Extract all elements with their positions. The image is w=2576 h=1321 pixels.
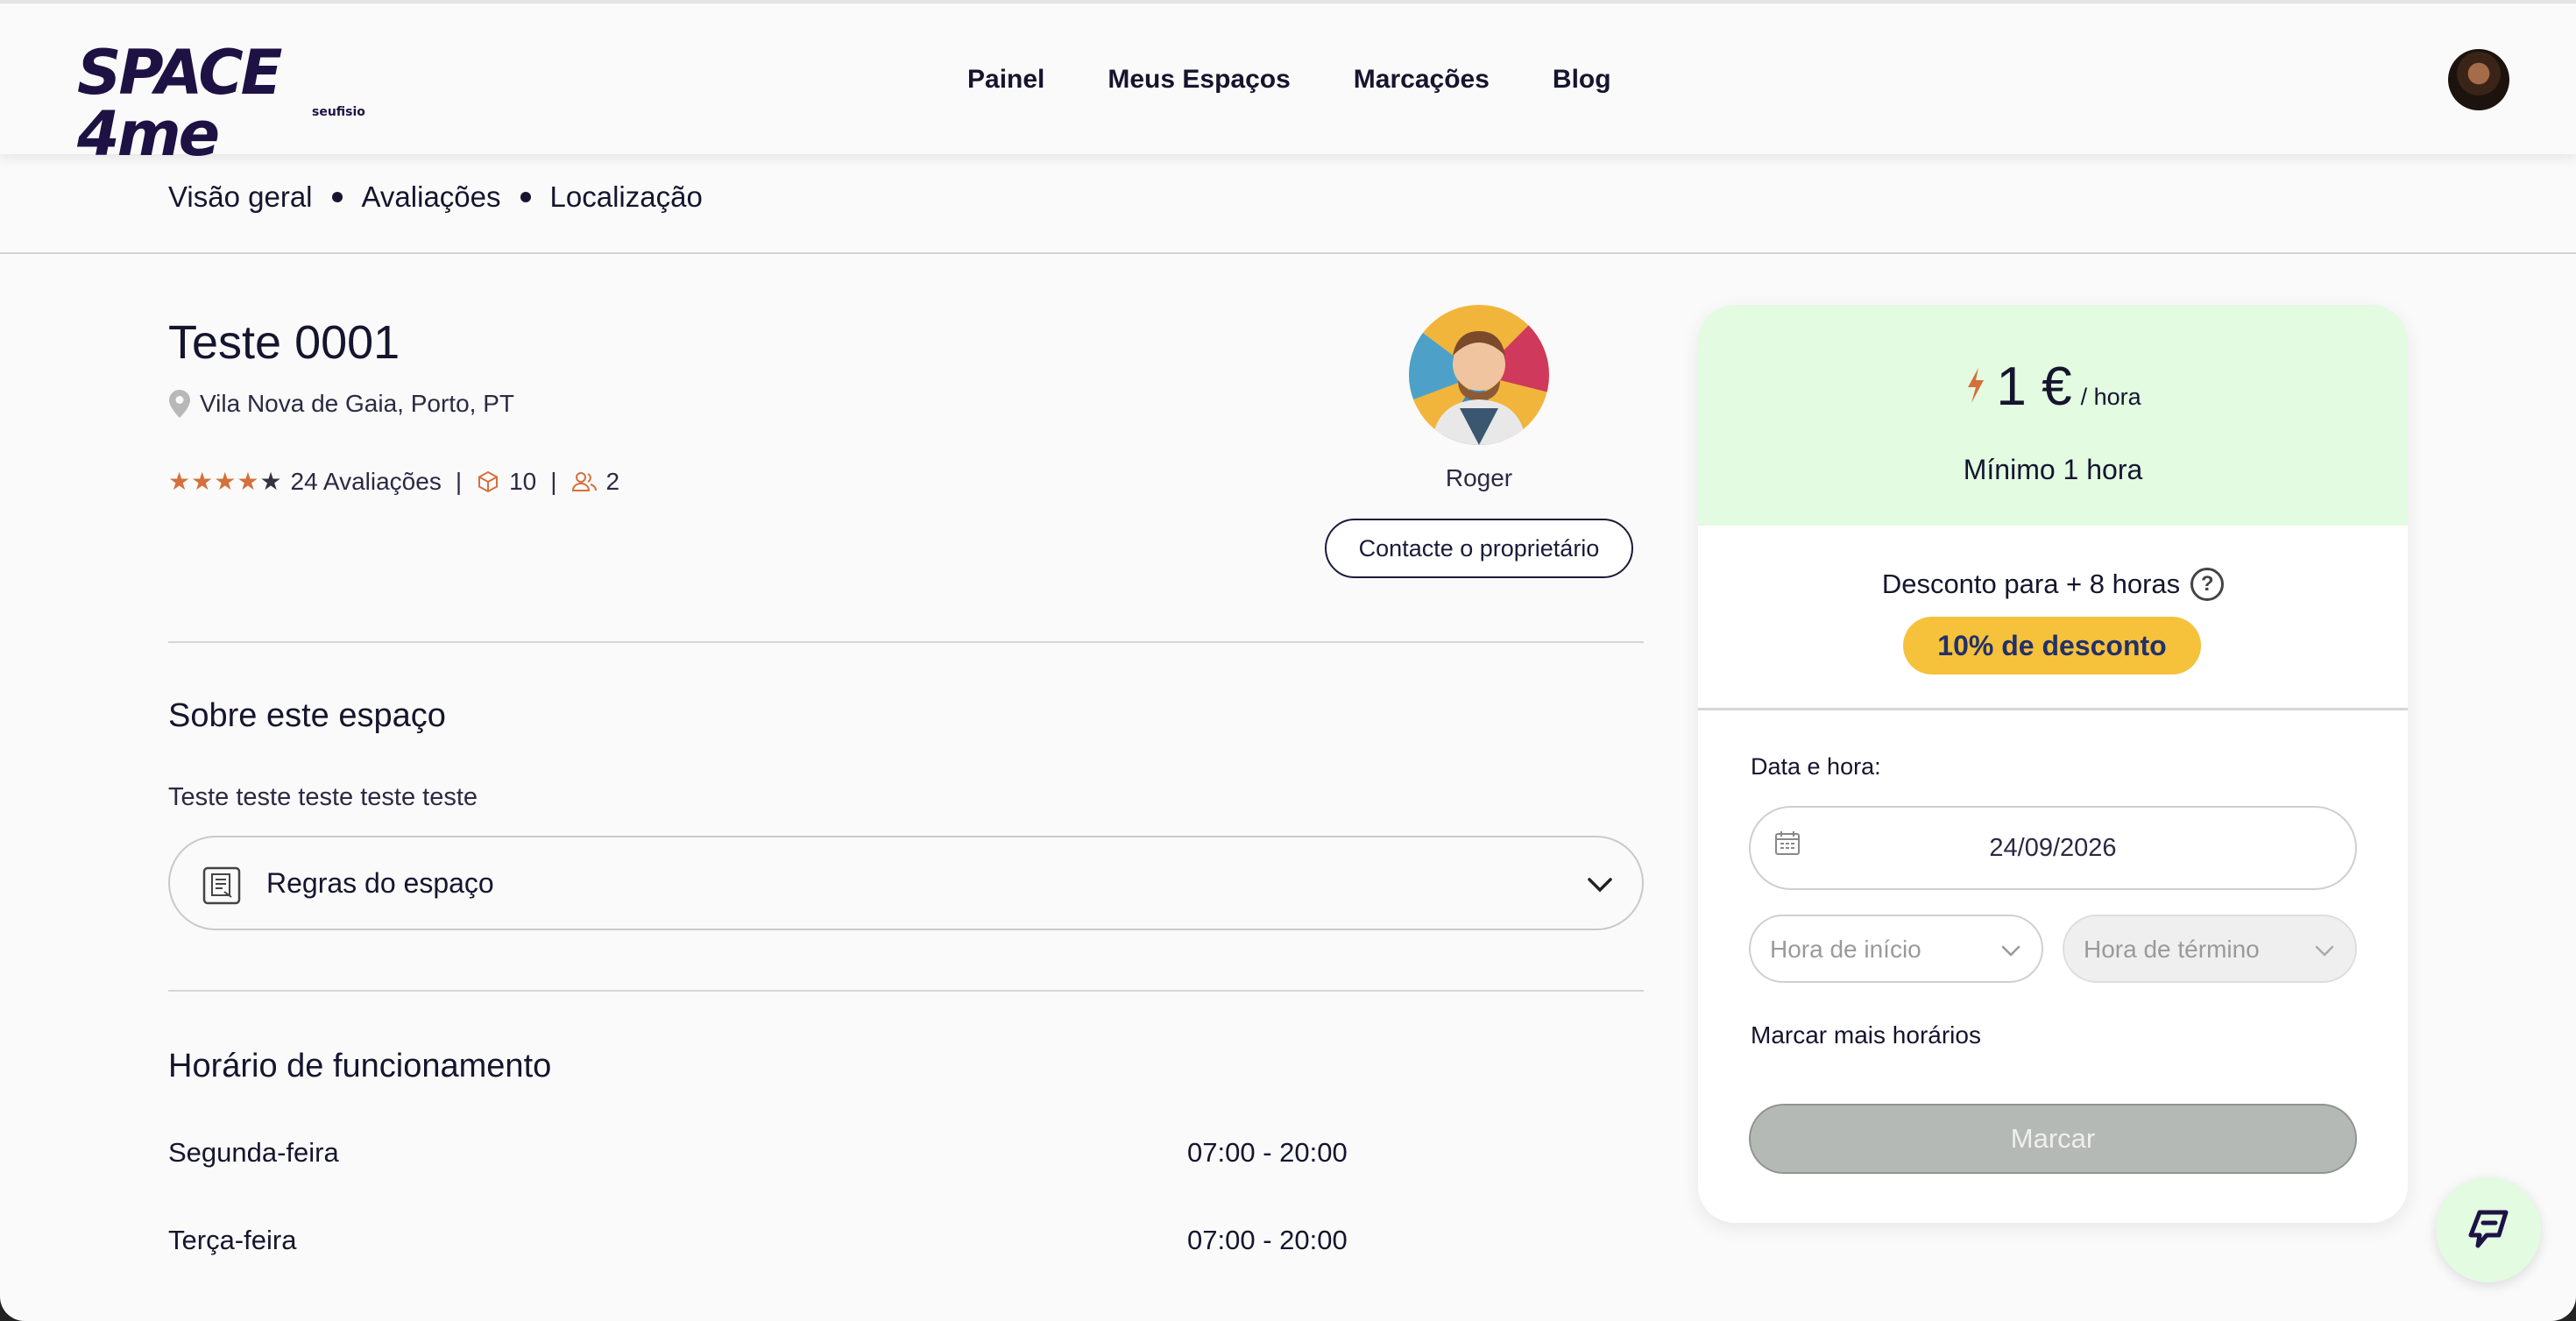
divider — [168, 990, 1644, 992]
tab-avaliacoes[interactable]: Avaliações — [362, 180, 501, 214]
user-avatar[interactable] — [2448, 49, 2509, 110]
separator-dot — [520, 192, 531, 202]
tab-localizacao[interactable]: Localização — [550, 180, 703, 214]
main-nav: Painel Meus Espaços Marcações Blog — [967, 65, 1611, 95]
discount-info: Desconto para + 8 horas ? — [1698, 568, 2408, 601]
about-title: Sobre este espaço — [168, 697, 446, 734]
price-row: 1 € / hora — [1698, 356, 2408, 418]
document-icon — [202, 866, 241, 905]
reviews-count[interactable]: 24 Avaliações — [291, 468, 442, 496]
logo-subtext: seufisio — [312, 105, 365, 119]
discount-text: Desconto para + 8 horas — [1881, 569, 2181, 599]
cube-icon — [478, 470, 499, 493]
end-time-select[interactable]: Hora de término — [2063, 915, 2357, 983]
hours-row: Terça-feira 07:00 - 20:00 — [168, 1225, 1395, 1263]
price-unit: / hora — [2080, 384, 2141, 410]
hours-row: Segunda-feira 07:00 - 20:00 — [168, 1137, 1395, 1176]
owner-name: Roger — [1445, 464, 1513, 491]
nav-item-meus-espacos[interactable]: Meus Espaços — [1108, 65, 1290, 95]
nav-item-marcacoes[interactable]: Marcações — [1354, 65, 1490, 95]
space-location: Vila Nova de Gaia, Porto, PT — [168, 389, 514, 419]
price-value: 1 € — [1996, 357, 2072, 417]
space-rules-accordion[interactable]: Regras do espaço — [168, 836, 1644, 930]
divider — [1698, 708, 2408, 710]
chevron-down-icon — [2001, 945, 2020, 957]
hours-time: 07:00 - 20:00 — [1187, 1225, 1348, 1255]
date-picker-field[interactable]: 24/09/2026 — [1749, 806, 2357, 890]
rules-label: Regras do espaço — [266, 867, 494, 899]
rating-stars: ★ ★ ★ ★ ★ — [168, 470, 282, 494]
rooms-count: 10 — [509, 468, 537, 495]
lightning-icon — [1968, 368, 1985, 403]
people-icon — [571, 472, 597, 491]
capacity-count: 2 — [605, 468, 620, 495]
map-pin-icon — [169, 390, 190, 418]
star-icon: ★ — [191, 468, 214, 495]
end-time-placeholder: Hora de término — [2084, 936, 2260, 963]
chat-button[interactable] — [2436, 1177, 2541, 1282]
date-value: 24/09/2026 — [1989, 834, 2117, 862]
tab-visao-geral[interactable]: Visão geral — [168, 180, 313, 214]
chevron-down-icon — [1588, 878, 1612, 893]
chat-icon — [2468, 1210, 2509, 1248]
separator-dot — [331, 192, 343, 202]
book-more-times-link[interactable]: Marcar mais horários — [1751, 1021, 1981, 1049]
meta-separator: | — [550, 468, 557, 495]
page: SPACE 4me seufisio Painel Meus Espaços M… — [0, 0, 2576, 1321]
brand-logo[interactable]: SPACE 4me seufisio — [77, 42, 384, 165]
top-navigation-bar: SPACE 4me seufisio Painel Meus Espaços M… — [0, 0, 2576, 165]
date-label: Data e hora: — [1751, 753, 1881, 780]
book-button[interactable]: Marcar — [1749, 1104, 2357, 1174]
star-icon: ★ — [214, 468, 237, 495]
nav-item-painel[interactable]: Painel — [967, 65, 1044, 95]
space-title: Teste 0001 — [168, 316, 400, 369]
section-tabs: Visão geral Avaliações Localização — [0, 154, 2576, 254]
hours-day: Segunda-feira — [168, 1137, 339, 1168]
hours-day: Terça-feira — [168, 1225, 297, 1255]
divider — [168, 641, 1644, 643]
about-description: Teste teste teste teste teste — [168, 783, 478, 811]
hours-time: 07:00 - 20:00 — [1187, 1137, 1348, 1168]
contact-owner-button[interactable]: Contacte o proprietário — [1325, 519, 1633, 578]
space-meta: ★ ★ ★ ★ ★ 24 Avaliações | 10 | 2 — [168, 468, 619, 496]
start-time-select[interactable]: Hora de início — [1749, 915, 2043, 983]
opening-hours-title: Horário de funcionamento — [168, 1048, 552, 1084]
help-icon[interactable]: ? — [2190, 568, 2225, 601]
logo-text: SPACE 4me — [77, 37, 283, 170]
nav-item-blog[interactable]: Blog — [1553, 65, 1611, 95]
minimum-hours: Mínimo 1 hora — [1963, 454, 2143, 485]
star-icon: ★ — [259, 468, 282, 495]
start-time-placeholder: Hora de início — [1770, 936, 1921, 963]
star-icon: ★ — [168, 468, 191, 495]
discount-badge: 10% de desconto — [1903, 617, 2201, 675]
location-text: Vila Nova de Gaia, Porto, PT — [200, 390, 514, 417]
meta-separator: | — [455, 468, 463, 495]
owner-avatar[interactable] — [1409, 305, 1549, 445]
booking-card: 1 € / hora Mínimo 1 hora Desconto para +… — [1698, 305, 2408, 1223]
star-icon: ★ — [237, 468, 259, 495]
chevron-down-icon — [2315, 945, 2334, 957]
price-panel: 1 € / hora Mínimo 1 hora — [1698, 305, 2408, 526]
